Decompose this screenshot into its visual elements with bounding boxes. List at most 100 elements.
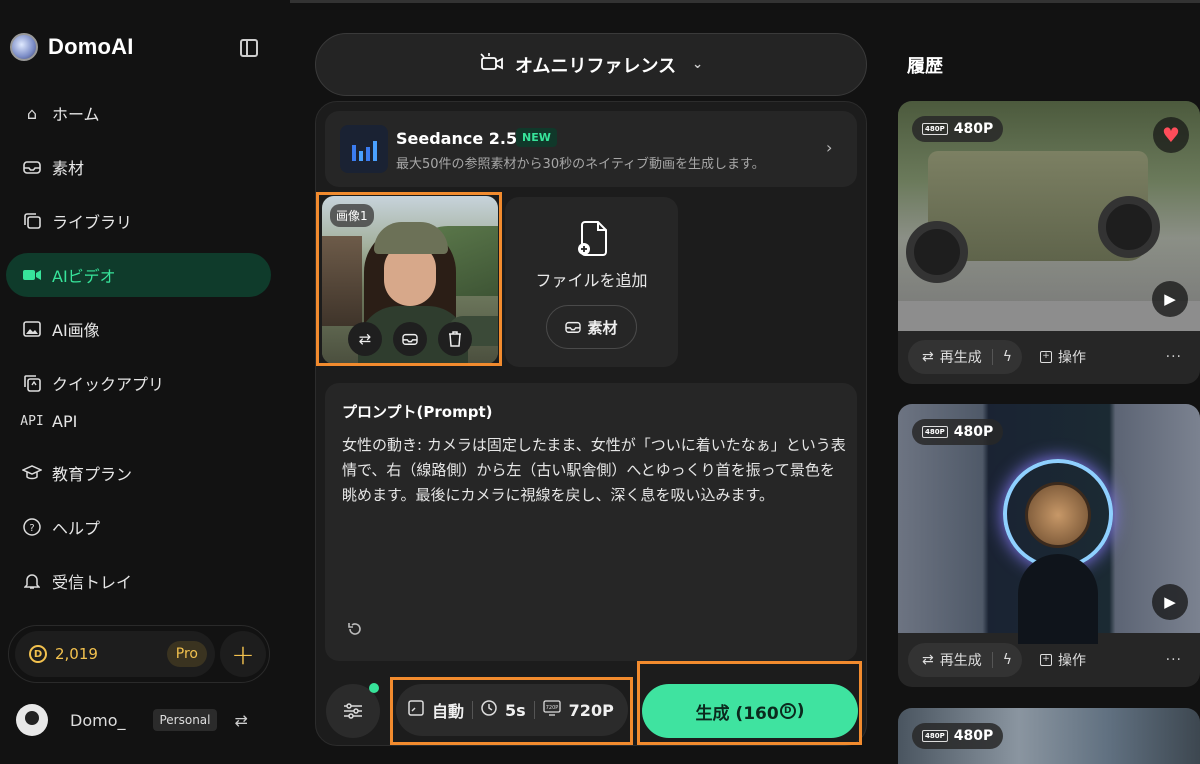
lightning-icon[interactable]: ϟ — [991, 652, 1012, 668]
sidebar-collapse-icon[interactable] — [240, 39, 258, 57]
mode-selector[interactable]: オムニリファレンス ⌄ — [315, 33, 867, 96]
model-selector[interactable]: Seedance 2.5 NEW 最大50件の参照素材から30秒のネイティブ動画… — [325, 111, 857, 187]
settings-indicator-dot — [369, 683, 379, 693]
sidebar-item-api[interactable]: API API — [6, 399, 271, 443]
operations-label: 操作 — [1057, 653, 1086, 669]
user-profile[interactable]: Domo_ Personal ⇄ — [16, 704, 248, 736]
bell-icon — [22, 571, 42, 591]
domoai-logo-icon — [10, 33, 38, 61]
plus-box-icon: + — [1039, 654, 1052, 666]
add-credits-button[interactable]: + — [220, 631, 266, 677]
resolution-badge: 480P 480P — [912, 116, 1004, 142]
sidebar-item-library[interactable]: ライブラリ — [6, 199, 271, 243]
heart-icon[interactable]: ♥ — [1153, 117, 1189, 153]
reset-prompt-icon[interactable] — [347, 621, 363, 641]
regenerate-icon: ⇄ — [922, 349, 934, 365]
new-badge: NEW — [516, 128, 557, 147]
monitor-icon: 480P — [922, 730, 948, 742]
sidebar-item-label: 受信トレイ — [52, 573, 133, 592]
camera-mode-icon — [479, 52, 505, 77]
svg-text:?: ? — [29, 523, 34, 534]
home-icon: ⌂ — [26, 103, 38, 123]
materials-button-label: 素材 — [587, 318, 618, 337]
regenerate-button[interactable]: ⇄ 再生成 ϟ — [908, 643, 1022, 677]
sidebar-item-label: AIビデオ — [52, 267, 116, 286]
api-icon: API — [20, 413, 44, 429]
history-thumbnail[interactable]: 480P 480P — [898, 708, 1200, 764]
sidebar-item-education[interactable]: 教育プラン — [6, 451, 271, 495]
history-actions: ⇄ 再生成 ϟ + 操作 ··· — [898, 633, 1200, 687]
chevron-down-icon: ⌄ — [692, 57, 703, 72]
sidebar-item-materials[interactable]: 素材 — [6, 145, 271, 189]
plus-box-icon: + — [1039, 351, 1052, 363]
seedance-logo-icon — [340, 125, 388, 173]
inbox-icon — [565, 321, 582, 333]
image-icon — [22, 319, 42, 339]
credit-balance[interactable]: D 2,019 Pro — [15, 631, 215, 677]
resolution-badge: 480P 480P — [912, 419, 1004, 445]
credit-amount: 2,019 — [55, 645, 98, 663]
history-title: 履歴 — [907, 56, 943, 77]
sidebar-item-label: API — [52, 411, 78, 431]
chevron-right-icon[interactable]: › — [826, 138, 832, 157]
inbox-icon — [22, 157, 42, 177]
history-item[interactable]: 480P 480P ♥ ▶ ⇄ 再生成 ϟ + 操作 ··· — [898, 101, 1200, 384]
brand[interactable]: DomoAI — [10, 33, 134, 61]
resolution-text: 480P — [953, 728, 994, 744]
avatar — [16, 704, 48, 736]
coin-icon: D — [29, 645, 47, 663]
monitor-icon: 480P — [922, 426, 948, 438]
prompt-title: プロンプト(Prompt) — [342, 403, 493, 421]
sidebar-item-ai-video[interactable]: AIビデオ — [6, 253, 271, 297]
regenerate-label: 再生成 — [939, 350, 982, 366]
play-icon[interactable]: ▶ — [1152, 584, 1188, 620]
model-name: Seedance 2.5 — [396, 129, 518, 148]
thumb-wheel — [906, 221, 968, 283]
more-options-icon[interactable]: ··· — [1166, 652, 1182, 668]
history-actions: ⇄ 再生成 ϟ + 操作 ··· — [898, 330, 1200, 384]
operations-button[interactable]: + 操作 — [1039, 650, 1086, 670]
sliders-icon — [344, 703, 362, 719]
resolution-text: 480P — [953, 424, 994, 440]
more-options-icon[interactable]: ··· — [1166, 349, 1182, 365]
lightning-icon[interactable]: ϟ — [991, 349, 1012, 365]
thumb-wheel — [1098, 196, 1160, 258]
model-description: 最大50件の参照素材から30秒のネイティブ動画を生成します。 — [396, 157, 765, 172]
switch-account-icon[interactable]: ⇄ — [235, 711, 248, 730]
sidebar-item-ai-image[interactable]: AI画像 — [6, 307, 271, 351]
thumb-figure — [1018, 554, 1098, 644]
prompt-card[interactable]: プロンプト(Prompt) 女性の動き: カメラは固定したまま、女性が「ついに着… — [325, 383, 857, 661]
video-camera-icon — [22, 265, 42, 285]
sidebar-item-label: 素材 — [52, 159, 85, 178]
sidebar-item-help[interactable]: ? ヘルプ — [6, 505, 271, 549]
sidebar-item-label: AI画像 — [52, 321, 100, 340]
history-thumbnail[interactable]: 480P 480P ▶ — [898, 404, 1200, 644]
user-name: Domo_ — [70, 710, 126, 730]
regenerate-label: 再生成 — [939, 653, 982, 669]
sidebar-item-home[interactable]: ⌂ ホーム — [6, 91, 271, 135]
history-item[interactable]: 480P 480P — [898, 708, 1200, 764]
prompt-textarea[interactable]: 女性の動き: カメラは固定したまま、女性が「ついに着いたなぁ」という表情で、右（… — [342, 433, 847, 508]
personal-badge: Personal — [153, 709, 217, 731]
highlight-box-generate — [637, 661, 862, 745]
add-file-label: ファイルを追加 — [535, 271, 648, 290]
regenerate-button[interactable]: ⇄ 再生成 ϟ — [908, 340, 1022, 374]
play-icon[interactable]: ▶ — [1152, 281, 1188, 317]
history-item[interactable]: 480P 480P ▶ ⇄ 再生成 ϟ + 操作 ··· — [898, 404, 1200, 687]
thumb-clock — [1025, 482, 1091, 548]
add-file-icon — [577, 221, 607, 256]
sidebar-item-inbox[interactable]: 受信トレイ — [6, 559, 271, 603]
library-icon — [22, 211, 42, 231]
history-thumbnail[interactable]: 480P 480P ♥ ▶ — [898, 101, 1200, 331]
sidebar-item-label: 教育プラン — [52, 465, 133, 484]
mode-label: オムニリファレンス — [514, 55, 677, 77]
regenerate-icon: ⇄ — [922, 652, 934, 668]
materials-button[interactable]: 素材 — [546, 305, 637, 349]
add-file-card[interactable]: ファイルを追加 素材 — [505, 197, 678, 367]
credits-bar: D 2,019 Pro + — [8, 625, 270, 683]
operations-button[interactable]: + 操作 — [1039, 347, 1086, 367]
sidebar: DomoAI ⌂ ホーム 素材 ライブラリ AIビデオ AI画像 クイックアプリ… — [0, 0, 290, 764]
resolution-badge: 480P 480P — [912, 723, 1004, 749]
brand-name: DomoAI — [48, 34, 134, 59]
sidebar-item-label: ホーム — [52, 105, 100, 124]
